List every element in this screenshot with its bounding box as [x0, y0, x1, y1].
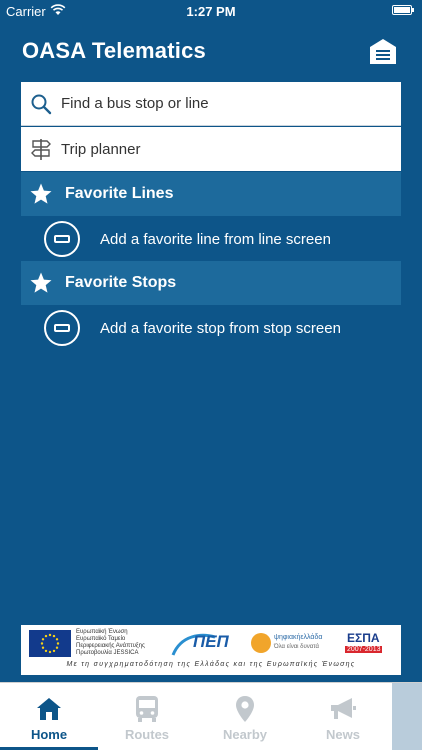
tab-nearby-label: Nearby [222, 727, 268, 742]
megaphone-icon [328, 695, 358, 723]
tab-routes-label: Routes [124, 727, 170, 742]
digital-greece-text: ψηφιακήελλάδα [274, 634, 323, 641]
signpost-icon [21, 137, 61, 161]
tab-bar: Home Routes Nearby News [0, 682, 422, 750]
funding-logos: Ευρωπαϊκή Ένωση Ευρωπαϊκό Ταμείο Περιφερ… [21, 627, 401, 661]
battery-icon [392, 5, 414, 15]
favorite-lines-title: Favorite Lines [65, 185, 174, 202]
app-title: OASA Telematics [22, 38, 206, 63]
eu-flag-logo [29, 630, 71, 657]
eu-funding-banner: Ευρωπαϊκή Ένωση Ευρωπαϊκό Ταμείο Περιφερ… [21, 625, 401, 675]
digital-greece-logo: ψηφιακήελλάδα Όλα είναι δυνατά [249, 629, 329, 659]
trip-planner-row[interactable]: Trip planner [21, 127, 401, 171]
tab-home[interactable]: Home [0, 683, 98, 750]
tab-news[interactable]: News [294, 683, 392, 750]
favorite-stops-hint-text: Add a favorite stop from stop screen [100, 319, 341, 337]
tab-news-label: News [326, 727, 360, 742]
minus-circle-icon [44, 221, 80, 257]
digital-greece-subtext: Όλα είναι δυνατά [274, 644, 320, 650]
star-icon [21, 271, 61, 295]
pep-logo-text: ΠΕΠ [193, 632, 229, 651]
digital-greece-emblem [251, 633, 271, 653]
trip-planner-label: Trip planner [61, 140, 141, 158]
minus-circle-icon [44, 310, 80, 346]
search-icon [21, 93, 61, 115]
espa-logo-text: ΕΣΠΑ [347, 631, 380, 645]
search-label: Find a bus stop or line [61, 95, 209, 112]
tab-routes[interactable]: Routes [98, 683, 196, 750]
favorite-lines-empty-hint: Add a favorite line from line screen [21, 217, 401, 261]
clock: 1:27 PM [186, 4, 236, 19]
espa-years: 2007-2013 [345, 646, 383, 653]
pep-logo: ΠΕΠ [171, 629, 241, 659]
location-pin-icon [235, 695, 255, 723]
tab-nearby[interactable]: Nearby [196, 683, 294, 750]
menu-icon[interactable] [368, 37, 398, 65]
status-bar: Carrier 1:27 PM [0, 0, 422, 22]
star-icon [21, 182, 61, 206]
favorite-lines-header: Favorite Lines [21, 172, 401, 216]
home-icon [36, 695, 62, 723]
cofunding-statement: Με τη συγχρηματοδότηση της Ελλάδας και τ… [66, 661, 356, 668]
favorite-stops-title: Favorite Stops [65, 274, 177, 291]
favorite-stops-header: Favorite Stops [21, 261, 401, 305]
favorite-stops-empty-hint: Add a favorite stop from stop screen [21, 306, 401, 350]
eu-fund-text: Ευρωπαϊκή Ένωση Ευρωπαϊκό Ταμείο Περιφερ… [76, 629, 145, 656]
favorite-lines-hint-text: Add a favorite line from line screen [100, 230, 331, 248]
espa-logo: ΕΣΠΑ 2007-2013 [337, 629, 395, 659]
bus-icon [135, 695, 159, 723]
tab-home-label: Home [30, 727, 68, 742]
tab-bar-edge [392, 683, 422, 750]
search-bus-stop-or-line[interactable]: Find a bus stop or line [21, 82, 401, 126]
